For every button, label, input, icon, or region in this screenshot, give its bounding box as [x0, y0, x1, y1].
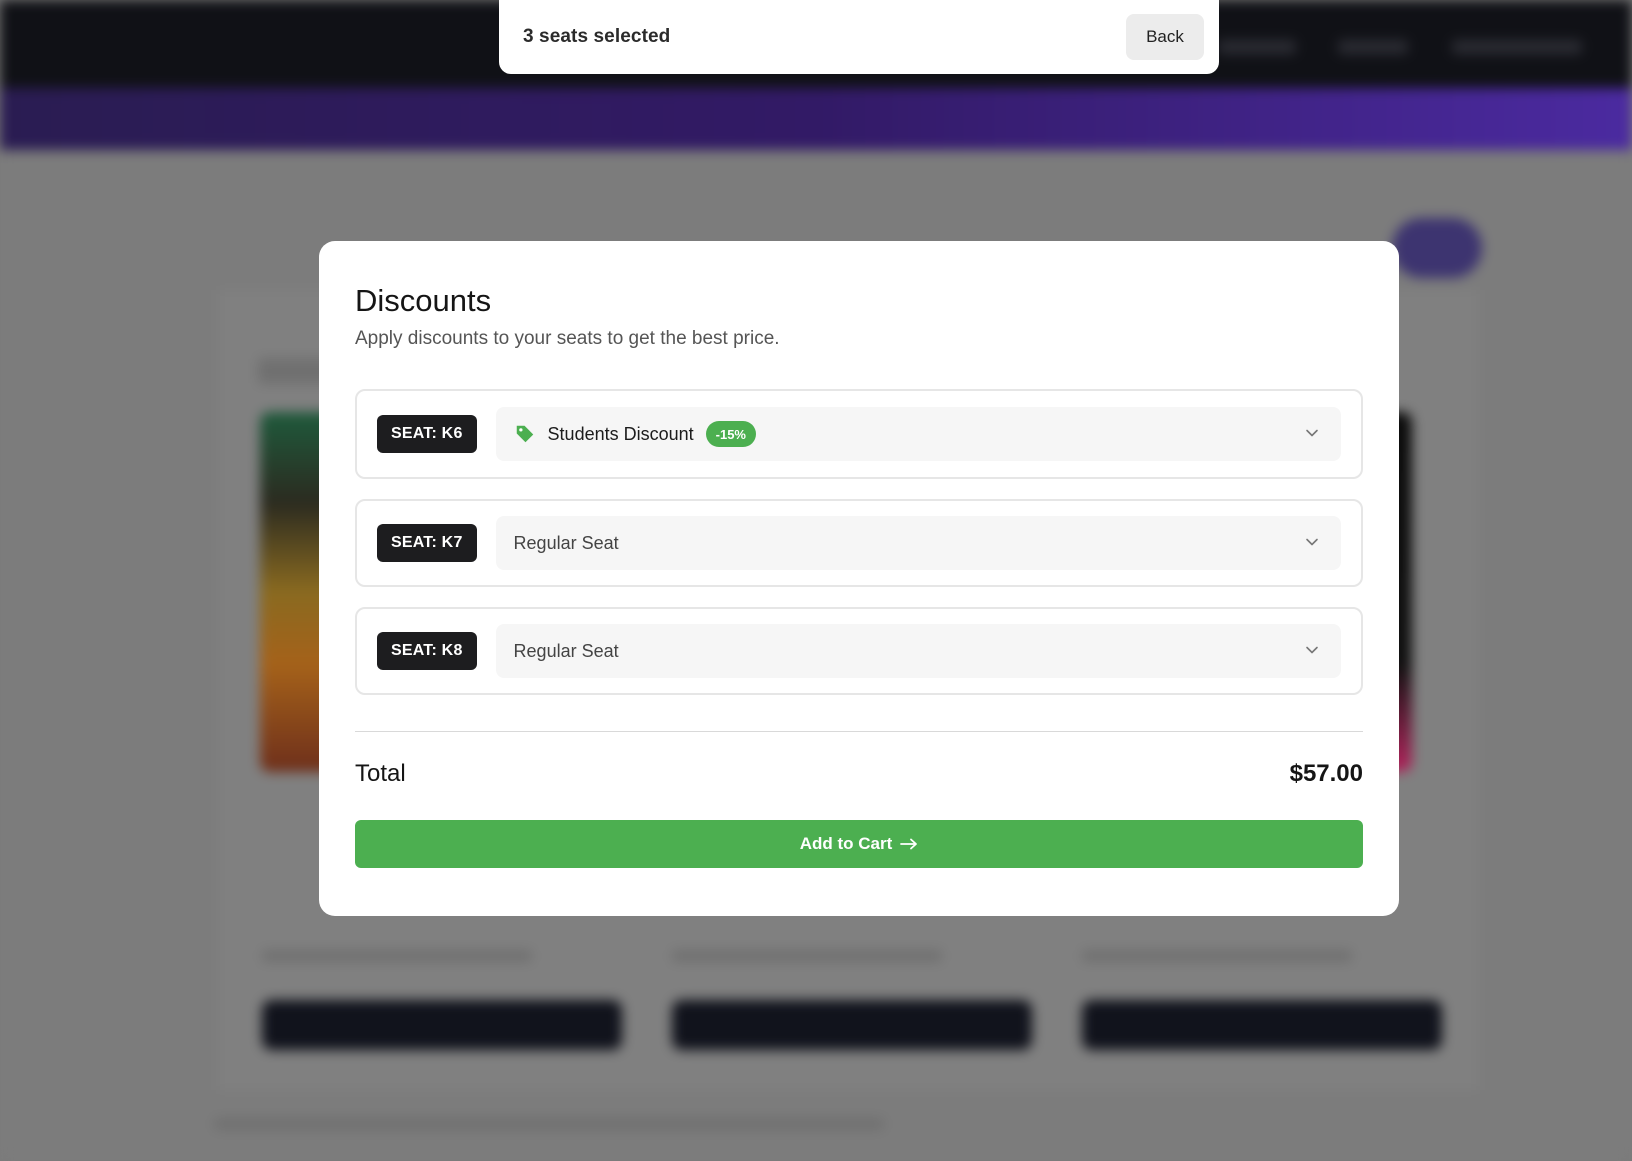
bg-text-line	[672, 950, 942, 962]
discount-select-value: Regular Seat	[513, 640, 619, 661]
modal-title: Discounts	[355, 283, 492, 318]
back-button[interactable]: Back	[1126, 14, 1204, 60]
total-label: Total	[355, 760, 406, 787]
seat-badge: SEAT: K8	[377, 632, 477, 670]
seat-badge: SEAT: K6	[377, 415, 477, 453]
discount-select[interactable]: Regular Seat	[495, 624, 1341, 678]
bg-hero-gradient	[0, 88, 1632, 150]
bg-pill-button	[1392, 218, 1482, 278]
seat-selection-bar: 3 seats selected Back	[499, 0, 1219, 74]
discount-select[interactable]: Students Discount -15%	[495, 407, 1341, 461]
divider	[355, 731, 1363, 732]
bg-nav-link	[1218, 40, 1296, 54]
bg-nav-link	[1452, 40, 1582, 54]
total-value: $57.00	[1289, 760, 1363, 787]
bg-text-line	[1082, 950, 1352, 962]
add-to-cart-button[interactable]: Add to Cart	[355, 820, 1363, 868]
chevron-down-icon	[1306, 538, 1318, 546]
seat-discount-row: SEAT: K7 Regular Seat	[355, 499, 1363, 587]
chevron-down-icon	[1306, 646, 1318, 654]
total-row: Total $57.00	[355, 758, 1363, 790]
tag-icon	[516, 425, 533, 443]
seat-badge: SEAT: K7	[377, 524, 477, 562]
bg-button	[672, 1000, 1032, 1050]
seats-selected-label: 3 seats selected	[523, 26, 671, 47]
seat-discount-row: SEAT: K8 Regular Seat	[355, 607, 1363, 695]
chevron-down-icon	[1306, 429, 1318, 437]
bg-footer-line	[214, 1118, 884, 1130]
discount-select-value: Regular Seat	[513, 532, 619, 553]
bg-nav-link	[1338, 40, 1408, 54]
discount-percent-badge: -15%	[705, 421, 756, 447]
modal-subtitle: Apply discounts to your seats to get the…	[355, 328, 780, 349]
add-to-cart-label: Add to Cart	[799, 834, 893, 853]
discounts-modal: Discounts Apply discounts to your seats …	[319, 241, 1399, 916]
bg-button	[1082, 1000, 1442, 1050]
discount-select-value: Students Discount	[547, 423, 694, 444]
bg-text-line	[262, 950, 532, 962]
seat-discount-row: SEAT: K6 Students Discount -15%	[355, 389, 1363, 479]
discount-select[interactable]: Regular Seat	[495, 516, 1341, 570]
bg-button	[262, 1000, 622, 1050]
seat-discount-list: SEAT: K6 Students Discount -15% SEAT: K7…	[355, 389, 1363, 695]
arrow-right-icon	[900, 838, 918, 850]
